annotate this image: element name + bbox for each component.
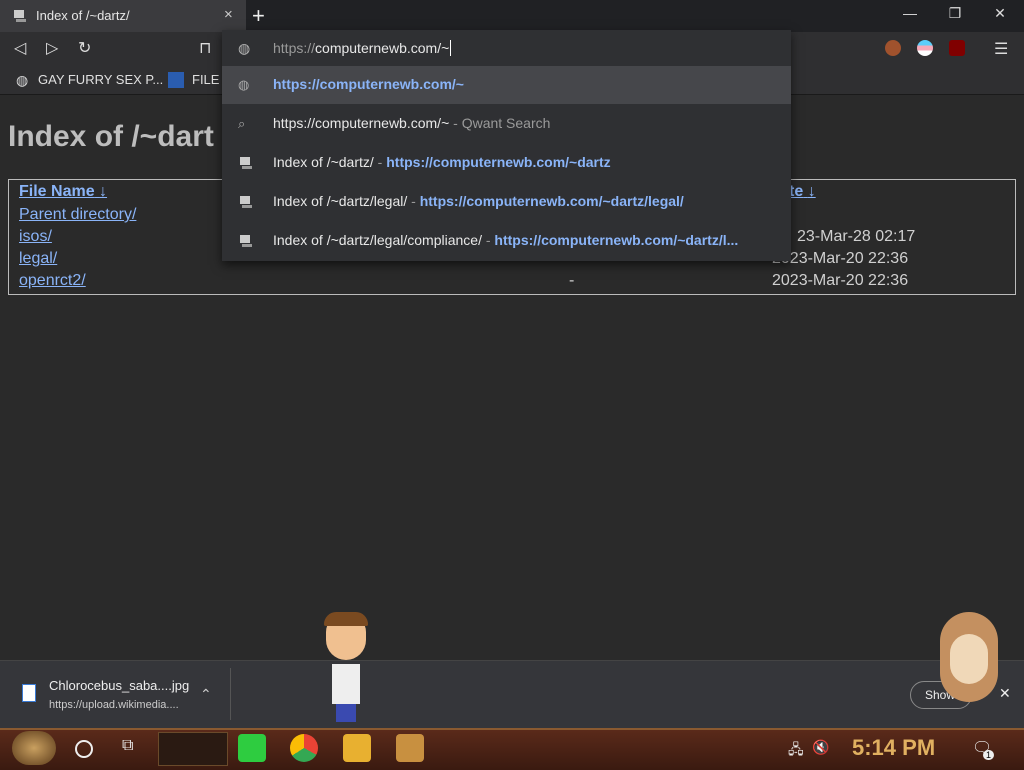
file-bookmark-icon — [168, 72, 184, 88]
file-link-legal[interactable]: legal/ — [19, 250, 57, 268]
file-link-isos[interactable]: isos/ — [19, 228, 52, 246]
clock[interactable]: 5:14 PM — [852, 735, 935, 761]
globe-icon: ◍ — [238, 77, 250, 92]
task-view-icon[interactable]: ⧉ — [122, 737, 133, 755]
desktop-mascot-image — [322, 612, 370, 724]
minimize-button[interactable]: — — [896, 5, 924, 21]
menu-icon[interactable]: ☰ — [994, 39, 1008, 59]
chevron-up-icon[interactable]: ⌃ — [200, 686, 212, 703]
file-link-openrct2[interactable]: openrct2/ — [19, 272, 86, 290]
suggestion-item[interactable]: Index of /~dartz/ - https://computernewb… — [222, 144, 791, 182]
ublock-icon[interactable] — [949, 40, 965, 56]
chrome-icon[interactable] — [290, 734, 318, 762]
column-header-name[interactable]: File Name ↓ — [19, 183, 107, 201]
taskbar-slot — [158, 732, 228, 766]
file-link-parent[interactable]: Parent directory/ — [19, 206, 136, 224]
file-date-isos: 23-Mar-28 02:17 — [797, 228, 916, 245]
file-date-openrct2: 2023-Mar-20 22:36 — [772, 272, 909, 289]
suggestion-item[interactable]: Index of /~dartz/legal/compliance/ - htt… — [222, 222, 791, 260]
column-header-date[interactable]: te ↓ — [789, 183, 816, 201]
file-size-openrct2: - — [569, 272, 575, 289]
file-explorer-icon[interactable] — [343, 734, 371, 762]
notes-app-icon[interactable] — [238, 734, 266, 762]
address-bar[interactable]: ◍ https://computernewb.com/~ — [222, 30, 791, 66]
media-app-icon[interactable] — [396, 734, 424, 762]
suggestion-item[interactable]: ◍ https://computernewb.com/~ — [222, 66, 791, 104]
file-date-legal: 2023-Mar-20 22:36 — [772, 250, 909, 267]
close-icon[interactable]: ✕ — [999, 685, 1011, 702]
back-button[interactable]: ◁ — [14, 38, 26, 58]
page-favicon-icon — [240, 196, 252, 208]
new-tab-button[interactable]: + — [252, 3, 265, 29]
download-source: https://upload.wikimedia.... — [49, 699, 179, 711]
image-file-icon — [22, 684, 36, 702]
page-favicon-icon — [240, 235, 252, 247]
volume-muted-icon[interactable]: 🔇 — [812, 739, 829, 756]
bookmark-item-2[interactable]: FILE — [192, 72, 219, 87]
tab-active[interactable]: Index of /~dartz/ × — [0, 0, 246, 32]
bookmark-icon[interactable]: ⊓ — [199, 38, 211, 58]
flag-extension-icon[interactable] — [917, 40, 933, 56]
forward-button[interactable]: ▷ — [46, 38, 58, 58]
hamster-sticker-image — [930, 604, 1000, 708]
site-info-icon[interactable]: ◍ — [238, 40, 250, 57]
page-favicon-icon — [240, 157, 252, 169]
download-filename[interactable]: Chlorocebus_saba....jpg — [49, 678, 189, 693]
close-window-button[interactable]: ✕ — [986, 5, 1014, 22]
bookmark-item-1[interactable]: GAY FURRY SEX P... — [38, 72, 163, 87]
restore-button[interactable]: ❐ — [941, 5, 969, 22]
search-icon: ⌕ — [238, 116, 246, 131]
suggestion-item[interactable]: ⌕ https://computernewb.com/~ - Qwant Sea… — [222, 105, 791, 143]
network-icon[interactable]: 🖧 — [788, 739, 804, 763]
suggestion-item[interactable]: Index of /~dartz/legal/ - https://comput… — [222, 183, 791, 221]
tab-title: Index of /~dartz/ — [36, 8, 130, 23]
page-title: Index of /~dart — [8, 120, 214, 153]
divider — [230, 668, 231, 720]
download-bar — [0, 660, 1024, 729]
start-button[interactable] — [12, 731, 56, 765]
globe-icon: ◍ — [16, 72, 29, 88]
tab-close-icon[interactable]: × — [224, 6, 233, 23]
notification-count: 1 — [983, 750, 995, 760]
search-icon[interactable] — [75, 740, 93, 758]
reload-button[interactable]: ↻ — [78, 38, 91, 58]
tab-favicon-icon — [14, 10, 26, 22]
profile-extension-icon[interactable] — [885, 40, 901, 56]
address-input[interactable]: https://computernewb.com/~ — [273, 40, 452, 56]
